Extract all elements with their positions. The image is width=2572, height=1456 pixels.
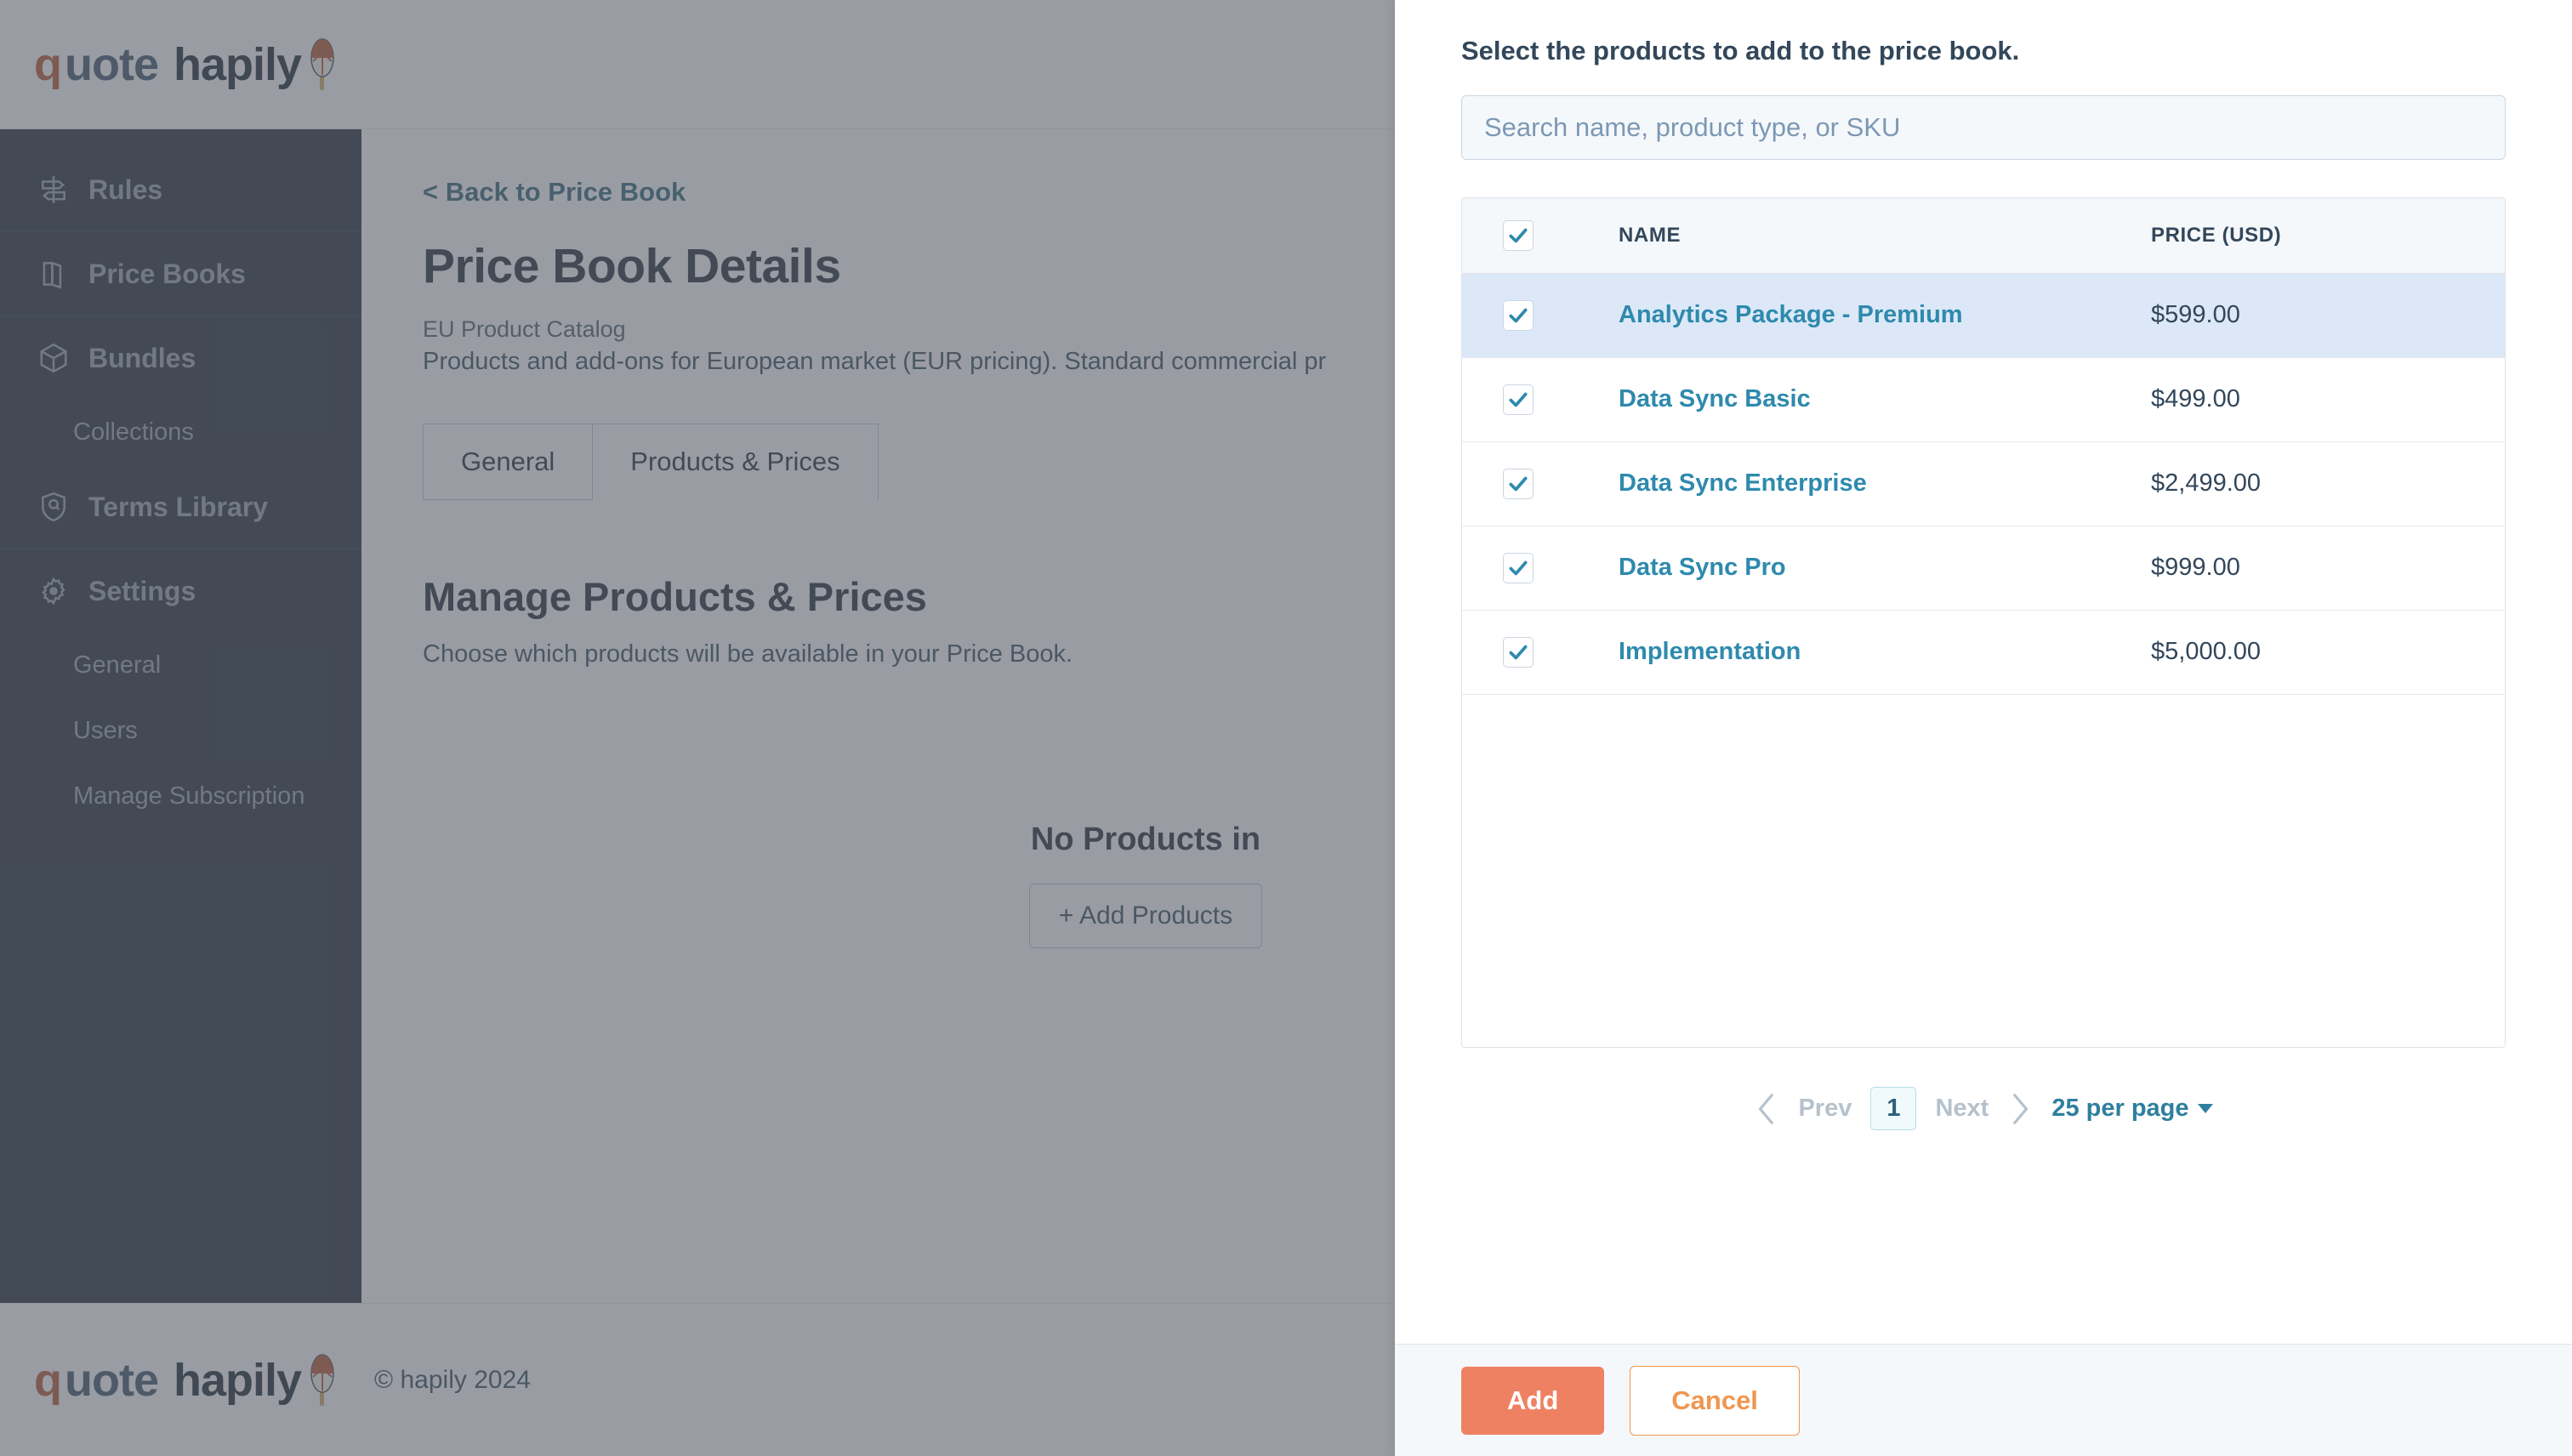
chevron-left-icon[interactable] [1754, 1092, 1779, 1126]
product-price-cell: $5,000.00 [2139, 610, 2505, 694]
per-page-label: 25 per page [2051, 1095, 2189, 1122]
check-icon [1509, 476, 1528, 491]
row-checkbox[interactable] [1503, 468, 1534, 499]
product-name-cell: Analytics Package - Premium [1590, 273, 2139, 357]
per-page-dropdown[interactable]: 25 per page [2051, 1095, 2213, 1123]
product-price-cell: $999.00 [2139, 526, 2505, 610]
product-name-link[interactable]: Data Sync Pro [1590, 554, 2139, 582]
pagination-next-button[interactable]: Next [1935, 1095, 1989, 1123]
product-price-cell: $2,499.00 [2139, 441, 2505, 526]
column-header-name[interactable]: NAME [1590, 198, 2139, 273]
row-checkbox-cell [1462, 526, 1590, 610]
table-row[interactable]: Analytics Package - Premium $599.00 [1462, 273, 2505, 357]
add-button[interactable]: Add [1461, 1366, 1605, 1435]
product-name-cell: Data Sync Basic [1590, 357, 2139, 441]
row-checkbox-cell [1462, 273, 1590, 357]
product-name-link[interactable]: Implementation [1590, 638, 2139, 666]
panel-header: Select the products to add to the price … [1395, 0, 2572, 160]
panel-title: Select the products to add to the price … [1461, 36, 2020, 65]
product-price-value: $2,499.00 [2151, 469, 2262, 497]
row-checkbox-cell [1462, 357, 1590, 441]
table-row[interactable]: Data Sync Enterprise $2,499.00 [1462, 441, 2505, 526]
product-price-value: $999.00 [2151, 554, 2240, 581]
product-name-link[interactable]: Data Sync Enterprise [1590, 469, 2139, 498]
row-checkbox[interactable] [1503, 299, 1534, 331]
row-checkbox-cell [1462, 441, 1590, 526]
product-name-cell: Implementation [1590, 610, 2139, 694]
check-icon [1509, 392, 1528, 407]
cancel-button[interactable]: Cancel [1630, 1365, 1800, 1436]
pagination: Prev 1 Next 25 per page [1395, 1087, 2572, 1130]
pagination-prev-button[interactable]: Prev [1798, 1095, 1852, 1123]
chevron-right-icon[interactable] [2007, 1092, 2033, 1126]
table-row[interactable]: Data Sync Basic $499.00 [1462, 357, 2505, 441]
product-price-cell: $599.00 [2139, 273, 2505, 357]
column-header-price[interactable]: PRICE (USD) [2139, 198, 2505, 273]
product-name-cell: Data Sync Enterprise [1590, 441, 2139, 526]
check-icon [1509, 308, 1528, 322]
search-input[interactable] [1461, 95, 2506, 160]
row-checkbox[interactable] [1503, 636, 1534, 668]
table-header-row: NAME PRICE (USD) [1462, 198, 2505, 273]
select-all-header-cell [1462, 198, 1590, 273]
modal-scrim[interactable] [0, 0, 1395, 1456]
product-name-cell: Data Sync Pro [1590, 526, 2139, 610]
product-price-cell: $499.00 [2139, 357, 2505, 441]
row-checkbox[interactable] [1503, 384, 1534, 415]
product-price-value: $499.00 [2151, 385, 2240, 412]
panel-footer: Add Cancel [1395, 1344, 2572, 1456]
product-price-value: $599.00 [2151, 301, 2240, 328]
product-price-value: $5,000.00 [2151, 638, 2262, 665]
check-icon [1509, 560, 1528, 575]
table-body: Analytics Package - Premium $599.00 Data… [1462, 273, 2505, 694]
screen: quote hapily Rules [0, 0, 2572, 1456]
product-name-link[interactable]: Data Sync Basic [1590, 385, 2139, 413]
product-name-link[interactable]: Analytics Package - Premium [1590, 301, 2139, 329]
select-all-checkbox[interactable] [1503, 219, 1534, 251]
table-row[interactable]: Data Sync Pro $999.00 [1462, 526, 2505, 610]
row-checkbox-cell [1462, 610, 1590, 694]
product-table: NAME PRICE (USD) Analytics Package - Pre… [1461, 197, 2506, 1048]
row-checkbox[interactable] [1503, 552, 1534, 583]
check-icon [1509, 228, 1528, 243]
add-products-panel: Select the products to add to the price … [1395, 0, 2572, 1456]
chevron-down-icon [2197, 1104, 2213, 1113]
check-icon [1509, 645, 1528, 659]
table-row[interactable]: Implementation $5,000.00 [1462, 610, 2505, 694]
pagination-current-page[interactable]: 1 [1870, 1087, 1917, 1130]
